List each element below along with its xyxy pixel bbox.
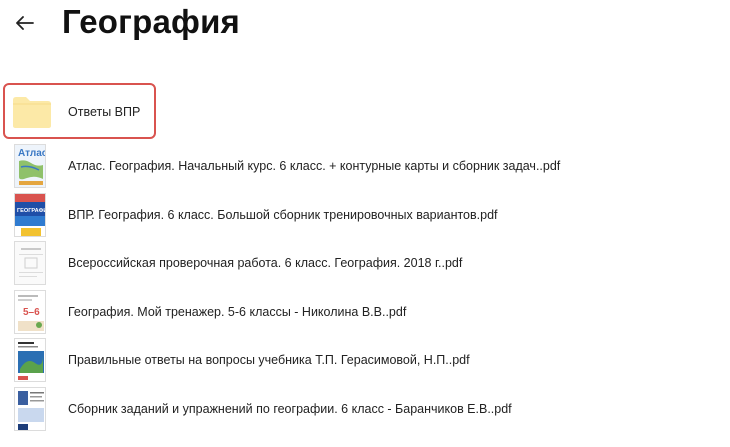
pdf-thumbnail (14, 386, 46, 431)
pdf-thumbnail (14, 338, 46, 383)
svg-text:ГЕОГРАФИЯ: ГЕОГРАФИЯ (17, 208, 46, 214)
svg-text:Атлас: Атлас (18, 148, 46, 159)
list-item-folder[interactable]: Ответы ВПР (0, 82, 730, 142)
list-item-file[interactable]: ГЕОГРАФИЯ ВПР. География. 6 класс. Больш… (0, 191, 730, 240)
pdf-thumbnail (14, 241, 46, 286)
list-item-label: Атлас. География. Начальный курс. 6 клас… (68, 159, 561, 174)
list-item-file[interactable]: Правильные ответы на вопросы учебника Т.… (0, 336, 730, 385)
list-item-file[interactable]: Атлас Атлас. География. Начальный курс. … (0, 142, 730, 191)
list-item-label: ВПР. География. 6 класс. Большой сборник… (68, 207, 498, 222)
list-item-file[interactable]: Сборник заданий и упражнений по географи… (0, 385, 730, 434)
file-list: Ответы ВПР Атлас Атлас. География. Начал… (0, 82, 730, 433)
back-button[interactable] (12, 12, 38, 38)
svg-text:5–6: 5–6 (23, 307, 40, 318)
header: География (0, 0, 730, 60)
list-item-label: Сборник заданий и упражнений по географи… (68, 401, 512, 416)
list-item-label: Ответы ВПР (68, 105, 141, 119)
pdf-thumbnail: Атлас (14, 144, 46, 189)
folder-icon (12, 95, 52, 129)
list-item-file[interactable]: Всероссийская проверочная работа. 6 клас… (0, 239, 730, 288)
arrow-left-icon (16, 15, 34, 35)
page-title: География (62, 3, 241, 40)
list-item-file[interactable]: 5–6 География. Мой тренажер. 5-6 классы … (0, 288, 730, 337)
pdf-thumbnail: 5–6 (14, 289, 46, 334)
list-item-label: Правильные ответы на вопросы учебника Т.… (68, 353, 470, 368)
list-item-label: Всероссийская проверочная работа. 6 клас… (68, 256, 463, 271)
pdf-thumbnail: ГЕОГРАФИЯ (14, 192, 46, 237)
list-item-label: География. Мой тренажер. 5-6 классы - Ни… (68, 304, 407, 319)
